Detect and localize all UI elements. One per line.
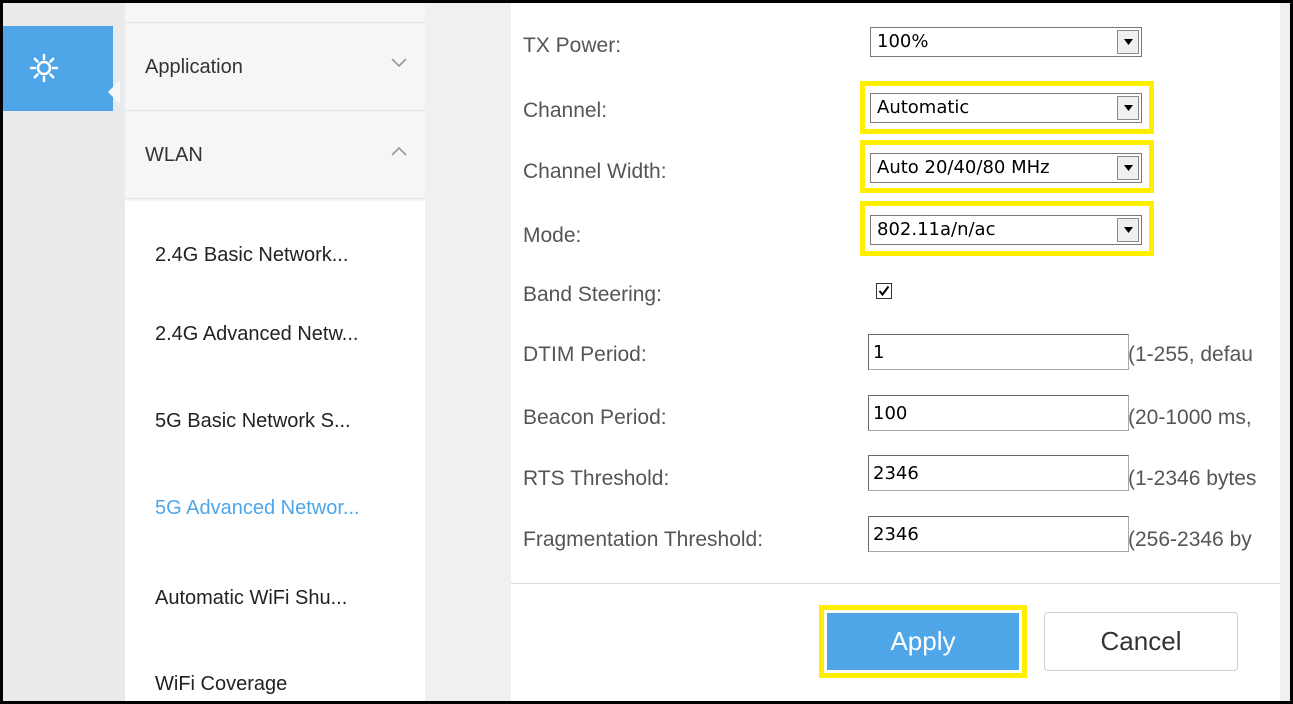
tx-power-select[interactable]: 100% xyxy=(870,27,1142,57)
dropdown-arrow-icon xyxy=(1117,156,1139,180)
select-value: Automatic xyxy=(877,97,970,118)
menu-section-application[interactable]: Application xyxy=(125,23,425,111)
menu-item-wifi-coverage[interactable]: WiFi Coverage xyxy=(155,673,287,696)
tx-power-label: TX Power: xyxy=(523,34,622,57)
chevron-up-icon xyxy=(391,146,407,156)
band-steering-checkbox[interactable] xyxy=(876,283,892,299)
channel-select[interactable]: Automatic xyxy=(870,93,1142,123)
content-gutter xyxy=(425,3,511,701)
icon-rail xyxy=(3,3,125,701)
channel-label: Channel: xyxy=(523,99,608,122)
menu-item-5g-basic[interactable]: 5G Basic Network S... xyxy=(155,410,351,433)
wlan-submenu: 2.4G Basic Network... 2.4G Advanced Netw… xyxy=(125,201,425,701)
settings-rail-button[interactable] xyxy=(3,26,120,111)
channel-width-label: Channel Width: xyxy=(523,160,667,183)
menu-section-wlan[interactable]: WLAN xyxy=(125,111,425,199)
gear-icon xyxy=(29,53,59,83)
beacon-period-hint: (20-1000 ms, xyxy=(1128,406,1252,429)
dropdown-arrow-icon xyxy=(1117,218,1139,242)
mode-select[interactable]: 802.11a/n/ac xyxy=(870,215,1142,245)
band-steering-label: Band Steering: xyxy=(523,283,662,306)
active-pointer xyxy=(108,80,120,104)
menu-item-auto-wifi-shutdown[interactable]: Automatic WiFi Shu... xyxy=(155,587,347,610)
select-value: 100% xyxy=(877,31,929,52)
beacon-period-input[interactable]: 100 xyxy=(868,395,1129,431)
settings-form: TX Power: 100% Channel: Automatic Channe… xyxy=(511,3,1280,701)
chevron-down-icon xyxy=(391,58,407,68)
menu-item-24g-advanced[interactable]: 2.4G Advanced Netw... xyxy=(155,323,358,346)
rts-threshold-hint: (1-2346 bytes xyxy=(1128,467,1257,490)
dropdown-arrow-icon xyxy=(1117,30,1139,54)
menu-item-24g-basic[interactable]: 2.4G Basic Network... xyxy=(155,244,348,267)
rts-threshold-label: RTS Threshold: xyxy=(523,467,670,490)
beacon-period-label: Beacon Period: xyxy=(523,406,667,429)
cancel-button[interactable]: Cancel xyxy=(1044,612,1238,671)
fragmentation-threshold-input[interactable]: 2346 xyxy=(868,516,1129,552)
apply-button[interactable]: Apply xyxy=(827,613,1019,670)
fragmentation-threshold-label: Fragmentation Threshold: xyxy=(523,528,764,551)
menu-item-5g-advanced[interactable]: 5G Advanced Networ... xyxy=(155,497,360,520)
form-divider xyxy=(511,583,1280,584)
dtim-period-input[interactable]: 1 xyxy=(868,334,1129,370)
check-icon xyxy=(878,285,890,297)
dtim-period-label: DTIM Period: xyxy=(523,343,647,366)
dropdown-arrow-icon xyxy=(1117,96,1139,120)
menu-section-label: WLAN xyxy=(145,144,203,166)
select-value: Auto 20/40/80 MHz xyxy=(877,157,1050,178)
dtim-period-hint: (1-255, defau xyxy=(1128,343,1253,366)
channel-width-select[interactable]: Auto 20/40/80 MHz xyxy=(870,153,1142,183)
right-gutter xyxy=(1280,3,1290,701)
rts-threshold-input[interactable]: 2346 xyxy=(868,455,1129,491)
select-value: 802.11a/n/ac xyxy=(877,219,996,240)
fragmentation-threshold-hint: (256-2346 by xyxy=(1128,528,1252,551)
mode-label: Mode: xyxy=(523,224,582,247)
menu-section-label: Application xyxy=(145,56,243,78)
sidebar-menu: Application WLAN 2.4G Basic Network... 2… xyxy=(125,3,425,701)
